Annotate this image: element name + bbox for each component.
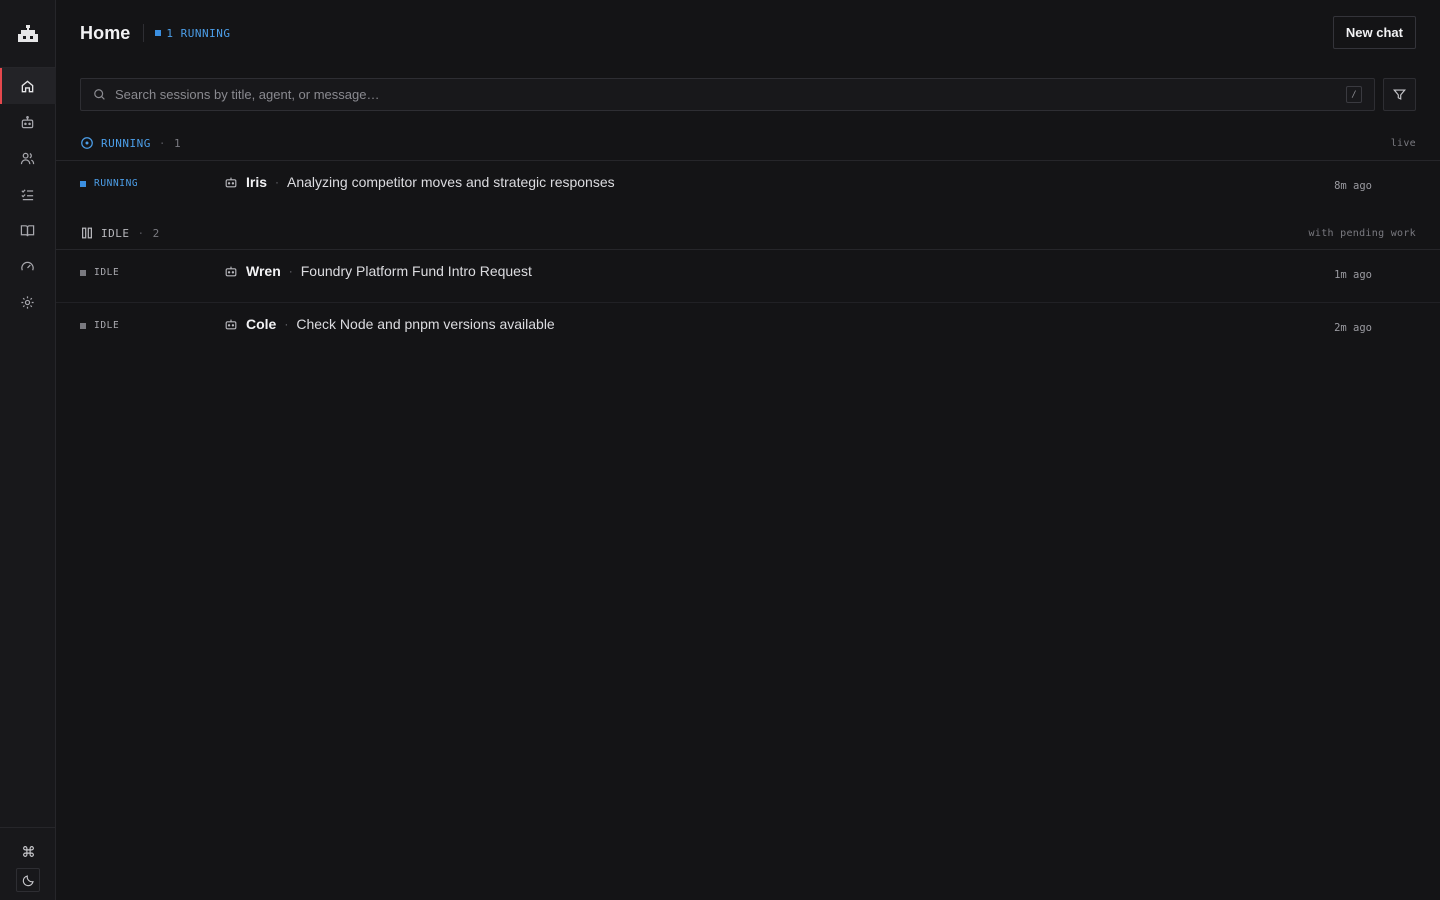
title-divider [143, 24, 145, 42]
separator-dot: · [275, 175, 280, 189]
robot-icon [224, 175, 238, 189]
section-label-running: RUNNING [101, 136, 151, 150]
session-agent: Iris [246, 174, 268, 190]
separator-dot: · [284, 317, 289, 331]
section-right-running: live [1390, 137, 1416, 149]
section-header-idle: IDLE · 2 with pending work [80, 222, 1416, 244]
sidebar-item-people[interactable] [0, 140, 56, 176]
session-agent: Cole [246, 316, 277, 332]
filter-icon [1393, 89, 1406, 100]
session-title: Check Node and pnpm versions available [296, 316, 555, 332]
session-title: Foundry Platform Fund Intro Request [300, 263, 532, 279]
sidebar-item-agents[interactable] [0, 104, 56, 140]
command-icon [22, 845, 34, 857]
sidebar-item-settings[interactable] [0, 284, 56, 320]
new-chat-button[interactable]: New chat [1332, 16, 1416, 49]
session-time: 2m ago [1334, 322, 1372, 334]
page-title: Home [80, 22, 131, 43]
session-agent: Wren [246, 263, 281, 279]
status-square-icon [80, 269, 86, 276]
sidebar-item-home[interactable] [0, 68, 56, 104]
section-header-running: RUNNING · 1 live [80, 132, 1416, 154]
session-row[interactable]: IDLE Wren · Foundry Platform Fund Intro … [80, 263, 1416, 315]
main-content: Home 1 RUNNING New chat / RUNNING [56, 0, 1440, 900]
session-time: 1m ago [1334, 269, 1372, 281]
section-right-idle: with pending work [1308, 227, 1416, 239]
checklist-icon [21, 188, 34, 200]
session-content: Wren · Foundry Platform Fund Intro Reque… [224, 263, 532, 279]
status-label: IDLE [94, 267, 120, 278]
search-icon [94, 89, 105, 100]
robot-logo-icon [17, 24, 38, 42]
sidebar-item-usage[interactable] [0, 248, 56, 284]
session-title: Analyzing competitor moves and strategic… [287, 174, 615, 190]
running-square-icon [155, 30, 162, 36]
session-status: IDLE [80, 316, 224, 331]
session-status: RUNNING [80, 174, 224, 189]
sidebar [0, 0, 56, 900]
moon-icon [22, 874, 34, 886]
search-box[interactable]: / [80, 78, 1375, 111]
row-divider [56, 302, 1440, 303]
status-label: RUNNING [94, 178, 139, 189]
sidebar-bottom [0, 827, 56, 900]
section-dot: · [137, 226, 145, 240]
session-content: Cole · Check Node and pnpm versions avai… [224, 316, 555, 332]
users-icon [20, 152, 35, 164]
section-divider [56, 249, 1440, 250]
gauge-icon [21, 261, 34, 270]
status-label: IDLE [94, 320, 120, 331]
session-time: 8m ago [1334, 180, 1372, 192]
sidebar-item-library[interactable] [0, 212, 56, 248]
home-icon [21, 79, 34, 92]
section-count-running: 1 [173, 136, 182, 150]
logo[interactable] [0, 0, 56, 68]
running-clock-icon [80, 136, 94, 150]
gear-icon [21, 295, 34, 309]
session-content: Iris · Analyzing competitor moves and st… [224, 174, 615, 190]
status-square-icon [80, 180, 86, 187]
sidebar-item-tasks[interactable] [0, 176, 56, 212]
session-row[interactable]: RUNNING Iris · Analyzing competitor move… [80, 174, 1416, 226]
section-divider [56, 160, 1440, 161]
section-dot: · [158, 136, 166, 150]
running-badge-label: 1 RUNNING [166, 26, 231, 40]
command-palette-button[interactable] [16, 840, 40, 862]
app-root: Home 1 RUNNING New chat / RUNNING [0, 0, 1440, 900]
pause-icon [80, 226, 94, 240]
robot-icon [224, 317, 238, 331]
theme-toggle-button[interactable] [16, 868, 40, 892]
running-badge: 1 RUNNING [155, 27, 230, 40]
section-count-idle: 2 [152, 226, 160, 240]
robot-icon [21, 115, 34, 128]
status-square-icon [80, 322, 86, 329]
search-input[interactable] [115, 87, 1337, 102]
search-row: / [80, 78, 1416, 111]
filter-button[interactable] [1383, 78, 1416, 111]
topbar: Home 1 RUNNING New chat [56, 0, 1440, 66]
search-shortcut-key: / [1346, 86, 1362, 103]
sidebar-nav [0, 68, 56, 320]
section-label-idle: IDLE [101, 226, 130, 240]
book-icon [20, 224, 35, 236]
session-row[interactable]: IDLE Cole · Check Node and pnpm versions… [80, 316, 1416, 368]
robot-icon [224, 264, 238, 278]
session-status: IDLE [80, 263, 224, 278]
separator-dot: · [288, 264, 293, 278]
